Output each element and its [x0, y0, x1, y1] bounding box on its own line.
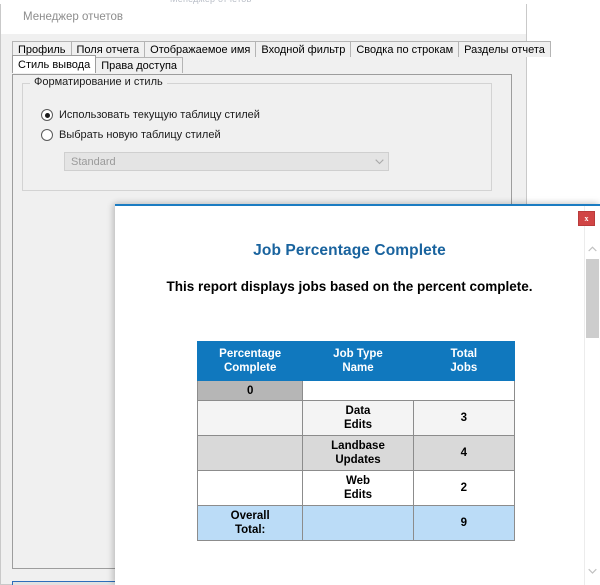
group-blank-cell	[302, 380, 515, 401]
cell-total-jobs: 3	[412, 400, 516, 436]
table-row-overall-total: Overall Total: 9	[196, 505, 516, 541]
table-row: Web Edits 2	[196, 470, 516, 506]
cell-job-type: Data Edits	[302, 400, 414, 436]
dialog-titlebar: Менеджер отчетов	[1, 4, 526, 34]
cell-total-jobs: 2	[412, 470, 516, 506]
radio-indicator-new[interactable]	[41, 129, 53, 141]
column-header-job-type-name: Job Type Name	[302, 341, 414, 381]
tab-row-summary[interactable]: Сводка по строкам	[350, 41, 460, 57]
radio-label-new: Выбрать новую таблицу стилей	[59, 129, 221, 141]
cell-overall-total-blank	[302, 505, 414, 541]
cell-percentage	[196, 435, 304, 471]
chevron-down-icon	[371, 153, 388, 170]
tab-strip: Профиль Поля отчета Отображаемое имя Вхо…	[12, 40, 551, 73]
tab-input-filter[interactable]: Входной фильтр	[255, 41, 352, 57]
dialog-title: Менеджер отчетов	[23, 11, 124, 23]
cell-overall-total-label: Overall Total:	[196, 505, 304, 541]
cell-percentage	[196, 400, 304, 436]
radio-use-current-stylesheet[interactable]: Использовать текущую таблицу стилей	[41, 109, 260, 121]
column-header-total-jobs: Total Jobs	[412, 341, 516, 381]
table-row: Data Edits 3	[196, 400, 516, 436]
scrollbar-thumb[interactable]	[586, 259, 599, 338]
group-percentage-value: 0	[196, 380, 304, 401]
tab-access-rights[interactable]: Права доступа	[95, 57, 184, 73]
stylesheet-combobox[interactable]: Standard	[64, 152, 389, 171]
tab-report-sections[interactable]: Разделы отчета	[458, 41, 551, 57]
cell-percentage	[196, 470, 304, 506]
cell-job-type: Landbase Updates	[302, 435, 414, 471]
job-percentage-table: Percentage Complete Job Type Name Total …	[196, 341, 516, 541]
tab-output-style[interactable]: Стиль вывода	[12, 55, 97, 73]
preview-report-button[interactable]: Просмотреть отчет	[12, 581, 130, 585]
tab-display-name[interactable]: Отображаемое имя	[144, 41, 257, 57]
table-header-row: Percentage Complete Job Type Name Total …	[196, 341, 516, 381]
groupbox-legend: Форматирование и стиль	[30, 76, 167, 88]
close-icon[interactable]: x	[578, 211, 595, 226]
formatting-and-style-groupbox: Форматирование и стиль Использовать теку…	[22, 76, 492, 191]
report-title: Job Percentage Complete	[253, 242, 446, 259]
tab-row-2: Стиль вывода Права доступа	[12, 55, 512, 73]
cell-overall-total-value: 9	[412, 505, 516, 541]
column-header-percentage-complete: Percentage Complete	[196, 341, 304, 381]
radio-select-new-stylesheet[interactable]: Выбрать новую таблицу стилей	[41, 129, 221, 141]
screen-root: Менеджер отчетов Менеджер отчетов Профил…	[0, 0, 600, 585]
cell-total-jobs: 4	[412, 435, 516, 471]
radio-label-current: Использовать текущую таблицу стилей	[59, 109, 260, 121]
chevron-up-icon[interactable]	[585, 240, 600, 257]
chevron-down-icon[interactable]	[585, 562, 600, 579]
table-row-group-header: 0	[196, 380, 515, 401]
cell-job-type: Web Edits	[302, 470, 414, 506]
radio-indicator-current[interactable]	[41, 109, 53, 121]
report-preview-window: Job Percentage Complete This report disp…	[115, 204, 600, 585]
stylesheet-combobox-value: Standard	[71, 155, 116, 168]
report-description: This report displays jobs based on the p…	[166, 279, 533, 294]
report-vertical-scrollbar[interactable]	[584, 206, 600, 585]
table-row: Landbase Updates 4	[196, 435, 516, 471]
report-content-area: Job Percentage Complete This report disp…	[115, 206, 584, 585]
